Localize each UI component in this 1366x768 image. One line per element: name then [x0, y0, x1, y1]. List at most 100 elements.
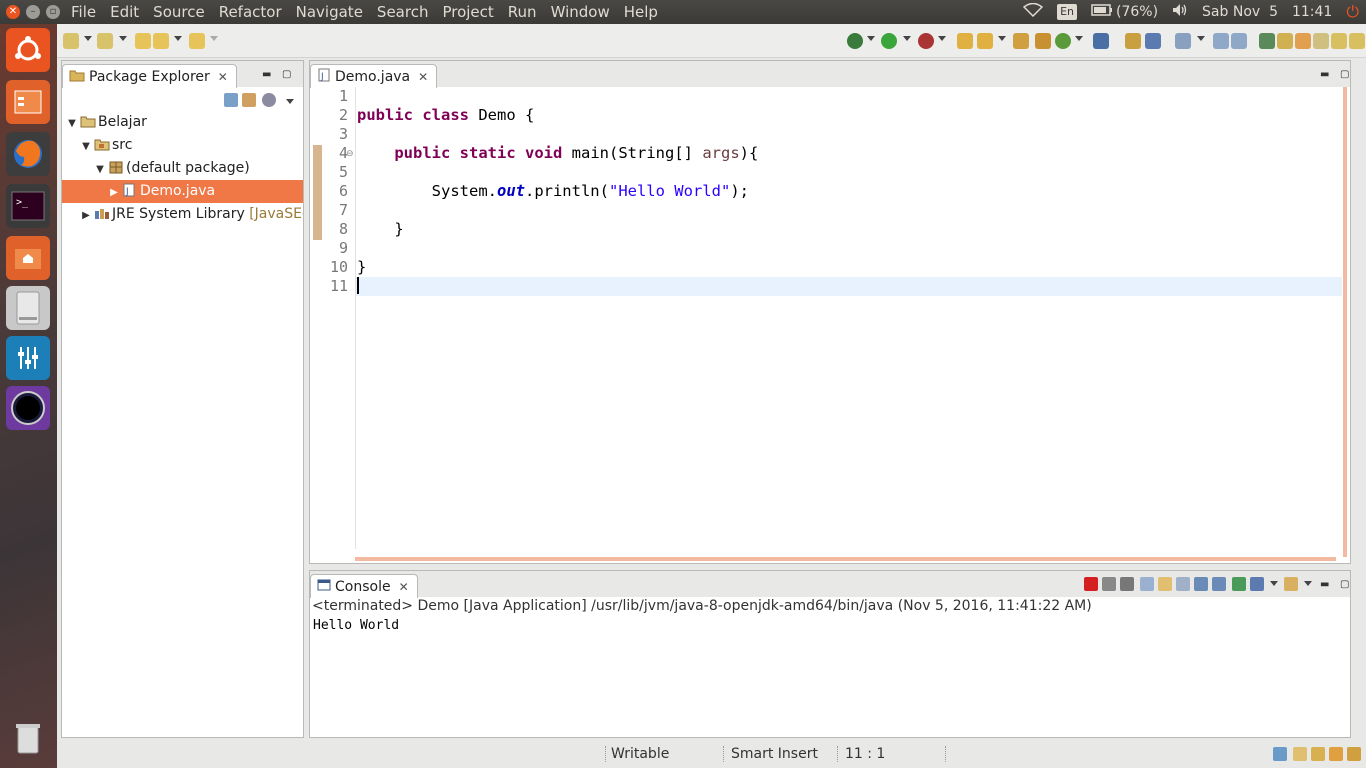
- book-icon[interactable]: [1293, 747, 1307, 761]
- mark-occurrences-icon[interactable]: [1277, 33, 1293, 49]
- tree-item-src[interactable]: ▼ src: [62, 134, 303, 157]
- chevron-down-icon[interactable]: [84, 36, 92, 41]
- chevron-down-icon[interactable]: [174, 36, 182, 41]
- tab-console[interactable]: Console ✕: [310, 574, 418, 598]
- scroll-lock-icon[interactable]: [1158, 577, 1172, 591]
- keyboard-layout-indicator[interactable]: En: [1057, 4, 1077, 20]
- tab-package-explorer[interactable]: Package Explorer ✕: [62, 64, 237, 88]
- show-whitespace-icon[interactable]: [1313, 33, 1329, 49]
- save-all-icon[interactable]: [1231, 33, 1247, 49]
- save-icon[interactable]: [1213, 33, 1229, 49]
- clear-console-icon[interactable]: [1140, 577, 1154, 591]
- chevron-down-icon[interactable]: [119, 36, 127, 41]
- wifi-icon[interactable]: [1022, 2, 1044, 21]
- new-window-icon[interactable]: [1175, 33, 1191, 49]
- forward-icon[interactable]: [189, 33, 205, 49]
- show-on-stderr-icon[interactable]: [1212, 577, 1226, 591]
- remove-launch-icon[interactable]: [1102, 577, 1116, 591]
- display-selected-console-icon[interactable]: [1250, 577, 1264, 591]
- toggle-breakpoint-icon[interactable]: [1259, 33, 1275, 49]
- show-on-stdout-icon[interactable]: [1194, 577, 1208, 591]
- close-icon[interactable]: ✕: [399, 580, 409, 594]
- collapse-all-icon[interactable]: [224, 93, 238, 107]
- battery-indicator[interactable]: (76%): [1091, 4, 1158, 20]
- terminate-icon[interactable]: [1084, 577, 1098, 591]
- tab-demo-java[interactable]: J Demo.java ✕: [310, 64, 438, 88]
- window-maximize-button[interactable]: ▫: [46, 5, 60, 19]
- tools-icon[interactable]: [1329, 747, 1343, 761]
- view-menu-icon[interactable]: [286, 99, 294, 104]
- tip-icon[interactable]: [1273, 747, 1287, 761]
- minimize-icon[interactable]: ▬: [262, 69, 271, 80]
- java-perspective-icon[interactable]: [1145, 33, 1161, 49]
- expand-arrow-icon[interactable]: ▼: [80, 135, 92, 157]
- console-output[interactable]: Hello World: [313, 618, 399, 633]
- collapse-arrow-icon[interactable]: ▶: [80, 204, 92, 226]
- chevron-down-icon[interactable]: [210, 36, 218, 41]
- minimize-icon[interactable]: ▬: [1320, 579, 1329, 590]
- new-package-icon[interactable]: [1035, 33, 1051, 49]
- menu-search[interactable]: Search: [370, 0, 436, 24]
- fold-collapse-icon[interactable]: ⊖: [346, 149, 354, 159]
- window-minimize-button[interactable]: –: [26, 5, 40, 19]
- menu-help[interactable]: Help: [617, 0, 665, 24]
- menu-file[interactable]: File: [64, 0, 103, 24]
- chevron-down-icon[interactable]: [1304, 581, 1312, 586]
- menu-project[interactable]: Project: [435, 0, 500, 24]
- menu-run[interactable]: Run: [501, 0, 544, 24]
- tree-item-default-package[interactable]: ▼ (default package): [62, 157, 303, 180]
- chevron-down-icon[interactable]: [1075, 36, 1083, 41]
- close-icon[interactable]: ✕: [218, 70, 228, 84]
- maximize-icon[interactable]: ▢: [1340, 579, 1349, 590]
- files-icon[interactable]: [6, 80, 50, 124]
- maximize-icon[interactable]: ▢: [282, 69, 291, 80]
- previous-annotation-icon[interactable]: [97, 33, 113, 49]
- next-annotation-icon[interactable]: [63, 33, 79, 49]
- clock-label[interactable]: 11:41: [1292, 4, 1332, 20]
- run-icon[interactable]: [881, 33, 897, 49]
- chevron-down-icon[interactable]: [867, 36, 875, 41]
- expand-arrow-icon[interactable]: ▼: [66, 112, 78, 134]
- tree-item-jre-library[interactable]: ▶ JRE System Library [JavaSE-: [62, 203, 303, 226]
- volume-icon[interactable]: [1172, 3, 1188, 21]
- open-console-icon[interactable]: [1284, 577, 1298, 591]
- minimize-icon[interactable]: ▬: [1320, 69, 1329, 80]
- code-area[interactable]: public class Demo { public static void m…: [355, 87, 1342, 549]
- menu-source[interactable]: Source: [146, 0, 212, 24]
- ubuntu-dash-icon[interactable]: [6, 28, 50, 72]
- chevron-down-icon[interactable]: [998, 36, 1006, 41]
- power-icon[interactable]: ⏻: [1346, 2, 1359, 22]
- chevron-down-icon[interactable]: [1197, 36, 1205, 41]
- horizontal-scrollbar[interactable]: [355, 557, 1336, 561]
- new-java-project-icon[interactable]: [1013, 33, 1029, 49]
- menu-edit[interactable]: Edit: [103, 0, 146, 24]
- notifications-icon[interactable]: [1347, 747, 1361, 761]
- chevron-down-icon[interactable]: [1270, 581, 1278, 586]
- external-tools-icon[interactable]: [918, 33, 934, 49]
- home-folder-icon[interactable]: [6, 236, 50, 280]
- menu-navigate[interactable]: Navigate: [289, 0, 370, 24]
- open-type-icon[interactable]: [957, 33, 973, 49]
- javadoc-icon[interactable]: [1331, 33, 1347, 49]
- expand-arrow-icon[interactable]: ▼: [94, 158, 106, 180]
- close-icon[interactable]: ✕: [418, 70, 428, 84]
- remove-all-terminated-icon[interactable]: [1120, 577, 1134, 591]
- date-label[interactable]: Sab Nov 5: [1202, 4, 1278, 20]
- tree-item-project[interactable]: ▼ Belajar: [62, 111, 303, 134]
- learn-icon[interactable]: [1311, 747, 1325, 761]
- chevron-down-icon[interactable]: [903, 36, 911, 41]
- trash-icon[interactable]: [6, 716, 50, 760]
- debug-icon[interactable]: [847, 33, 863, 49]
- new-class-icon[interactable]: [1055, 33, 1071, 49]
- link-with-editor-icon[interactable]: [242, 93, 256, 107]
- block-selection-icon[interactable]: [1295, 33, 1311, 49]
- chevron-down-icon[interactable]: [938, 36, 946, 41]
- declaration-icon[interactable]: [1349, 33, 1365, 49]
- window-close-button[interactable]: ✕: [6, 5, 20, 19]
- firefox-icon[interactable]: [6, 132, 50, 176]
- menu-window[interactable]: Window: [544, 0, 617, 24]
- menu-refactor[interactable]: Refactor: [212, 0, 289, 24]
- filter-icon[interactable]: [262, 93, 276, 107]
- open-perspective-icon[interactable]: [1125, 33, 1141, 49]
- collapse-arrow-icon[interactable]: ▶: [108, 181, 120, 203]
